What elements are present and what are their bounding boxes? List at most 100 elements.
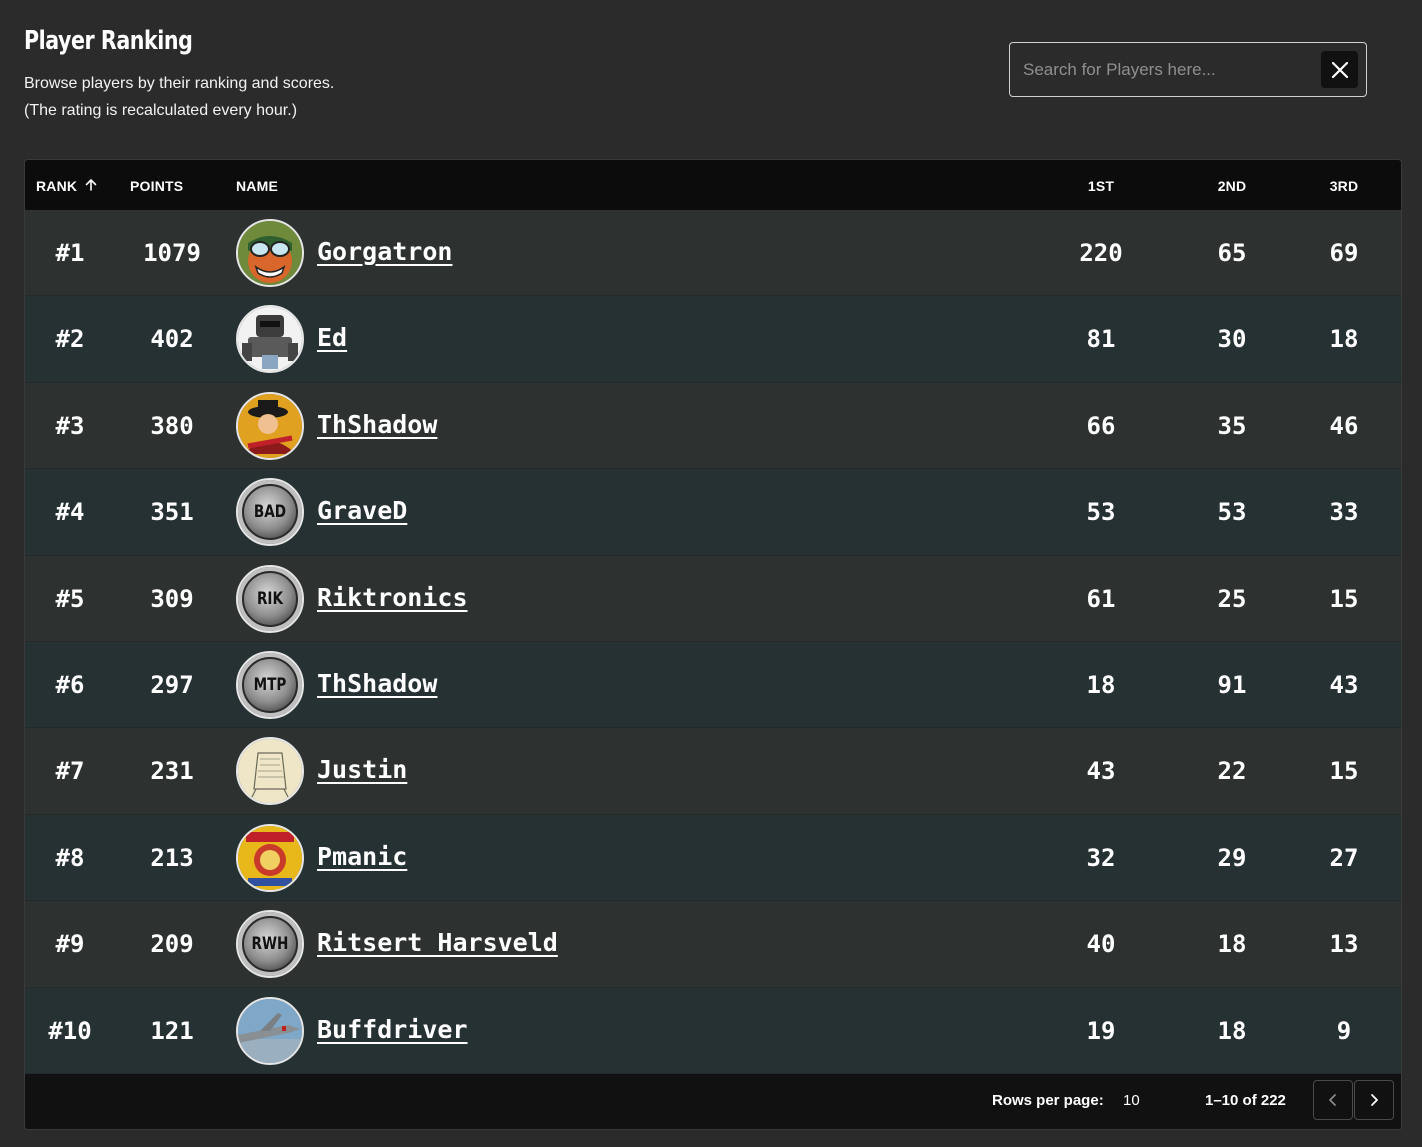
second-place-cell: 18	[1217, 930, 1247, 959]
column-header-1st[interactable]: 1ST	[1051, 160, 1151, 210]
avatar-initials: BAD	[253, 502, 287, 523]
points-cell: 1079	[143, 239, 201, 267]
table-row: #3 380 ThShadow 66 35 46	[25, 382, 1401, 470]
first-place-cell: 43	[1086, 757, 1116, 786]
avatar	[236, 823, 304, 892]
table-row: #5 309 RIK Riktronics 61 25 15	[25, 555, 1401, 642]
third-place-cell: 18	[1329, 325, 1359, 354]
rank-cell: #1	[55, 239, 85, 267]
subtitle-line: (The rating is recalculated every hour.)	[24, 102, 298, 119]
second-place-cell: 18	[1217, 1016, 1247, 1045]
third-place-cell: 13	[1329, 930, 1359, 959]
page-header: Player Ranking Browse players by their r…	[24, 24, 624, 124]
third-place-cell: 46	[1329, 411, 1359, 440]
third-place-cell: 15	[1329, 757, 1359, 786]
rank-cell: #10	[48, 1016, 92, 1045]
points-cell: 209	[150, 930, 194, 959]
clear-search-button[interactable]	[1321, 51, 1358, 88]
points-cell: 231	[150, 757, 194, 786]
first-place-cell: 18	[1086, 670, 1116, 699]
close-icon	[1331, 61, 1348, 78]
table-row: #6 297 MTP ThShadow 18 91 43	[25, 641, 1401, 729]
table-row: #8 213 Pmanic 32 29 27	[25, 814, 1401, 902]
table-row: #10 121 Buffdriver 19 18 9	[25, 987, 1401, 1074]
second-place-cell: 25	[1217, 584, 1247, 613]
third-place-cell: 33	[1329, 498, 1359, 527]
table-pagination: Rows per page: 10 1–10 of 222	[25, 1074, 1401, 1129]
column-header-name[interactable]: NAME	[236, 160, 278, 210]
third-place-cell: 43	[1329, 670, 1359, 699]
rank-cell: #6	[55, 670, 85, 699]
first-place-cell: 220	[1079, 239, 1123, 267]
column-header-points[interactable]: POINTS	[130, 160, 183, 210]
avatar-initials: RWH	[251, 934, 289, 955]
player-name-link[interactable]: ThShadow	[317, 642, 437, 728]
player-name-link[interactable]: Gorgatron	[317, 210, 452, 296]
rank-cell: #5	[55, 584, 85, 613]
table-header: RANK POINTS NAME 1ST 2ND 3RD	[25, 160, 1401, 210]
first-place-cell: 32	[1086, 843, 1116, 872]
first-place-cell: 19	[1086, 1016, 1116, 1045]
next-page-button[interactable]	[1354, 1080, 1394, 1120]
points-cell: 213	[150, 843, 194, 872]
chevron-right-icon	[1371, 1094, 1378, 1106]
column-header-2nd[interactable]: 2ND	[1182, 160, 1282, 210]
search-input[interactable]	[1010, 43, 1310, 96]
second-place-cell: 91	[1217, 670, 1247, 699]
player-name-link[interactable]: Buffdriver	[317, 988, 468, 1074]
first-place-cell: 66	[1086, 411, 1116, 440]
rank-cell: #8	[55, 843, 85, 872]
avatar: BAD	[236, 478, 304, 547]
column-header-rank[interactable]: RANK	[36, 160, 98, 210]
rank-cell: #3	[55, 411, 85, 440]
chevron-left-icon	[1329, 1094, 1336, 1106]
points-cell: 309	[150, 584, 194, 613]
table-body: #1 1079 Gorgatron 220 65 69 #2 402 Ed 81 30 18 #3 380…	[25, 210, 1401, 1074]
second-place-cell: 29	[1217, 843, 1247, 872]
third-place-cell: 27	[1329, 843, 1359, 872]
rank-cell: #9	[55, 930, 85, 959]
page-title: Player Ranking	[24, 26, 193, 56]
points-cell: 380	[150, 411, 194, 440]
second-place-cell: 65	[1217, 239, 1247, 267]
rows-per-page-label: Rows per page:	[992, 1092, 1104, 1109]
avatar: MTP	[236, 650, 304, 719]
player-name-link[interactable]: Justin	[317, 728, 407, 814]
third-place-cell: 9	[1336, 1016, 1352, 1045]
avatar	[236, 996, 304, 1065]
previous-page-button[interactable]	[1313, 1080, 1353, 1120]
second-place-cell: 30	[1217, 325, 1247, 354]
table-row: #2 402 Ed 81 30 18	[25, 296, 1401, 383]
avatar	[236, 219, 304, 287]
avatar: RIK	[236, 564, 304, 633]
ranking-table: RANK POINTS NAME 1ST 2ND 3RD #1 1079 Gorga…	[24, 159, 1402, 1130]
rank-cell: #2	[55, 325, 85, 354]
arrow-up-icon	[86, 179, 97, 191]
subtitle-line: Browse players by their ranking and scor…	[24, 75, 335, 92]
column-header-label: RANK	[36, 178, 78, 194]
points-cell: 351	[150, 498, 194, 527]
avatar	[236, 391, 304, 460]
player-name-link[interactable]: Ed	[317, 296, 347, 382]
player-name-link[interactable]: Riktronics	[317, 556, 468, 642]
third-place-cell: 69	[1329, 239, 1359, 267]
table-row: #7 231 Justin 43 22 15	[25, 728, 1401, 815]
player-name-link[interactable]: GraveD	[317, 469, 407, 555]
rank-cell: #7	[55, 757, 85, 786]
search-box	[1009, 42, 1367, 97]
rows-per-page-select[interactable]: 10	[1123, 1074, 1140, 1127]
avatar-initials: MTP	[253, 674, 287, 695]
avatar-initials: RIK	[256, 588, 284, 609]
second-place-cell: 53	[1217, 498, 1247, 527]
second-place-cell: 22	[1217, 757, 1247, 786]
first-place-cell: 40	[1086, 930, 1116, 959]
rank-cell: #4	[55, 498, 85, 527]
first-place-cell: 53	[1086, 498, 1116, 527]
player-name-link[interactable]: Pmanic	[317, 815, 407, 901]
player-name-link[interactable]: Ritsert Harsveld	[317, 901, 558, 987]
page-subtitle: Browse players by their ranking and scor…	[24, 70, 624, 124]
first-place-cell: 81	[1086, 325, 1116, 354]
column-header-3rd[interactable]: 3RD	[1294, 160, 1394, 210]
avatar	[236, 737, 304, 806]
player-name-link[interactable]: ThShadow	[317, 383, 437, 469]
